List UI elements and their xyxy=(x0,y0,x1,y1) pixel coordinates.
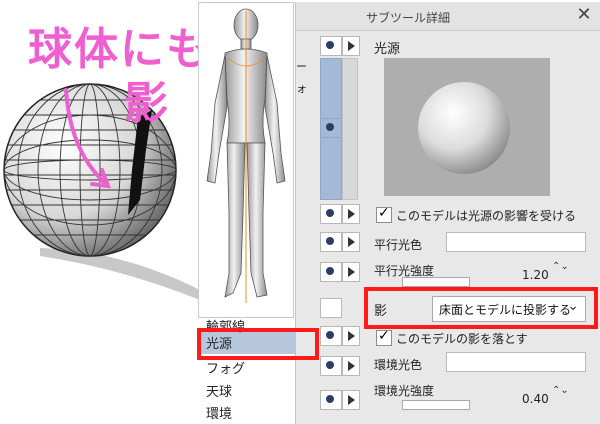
truncated-label-1: ー xyxy=(296,60,307,73)
model-preview xyxy=(198,2,294,318)
expand-arrow-icon[interactable] xyxy=(342,356,360,376)
light-influence-label: このモデルは光源の影響を受ける xyxy=(396,209,577,223)
category-item-fog[interactable]: フォグ xyxy=(206,358,245,377)
expand-arrow-icon[interactable] xyxy=(342,262,360,282)
annotation-line-1: 球体にも xyxy=(28,24,212,75)
cast-shadow-label: このモデルの影を落とす xyxy=(396,332,528,346)
close-button[interactable]: ✕ xyxy=(574,5,594,25)
light-influence-checkbox[interactable] xyxy=(376,205,392,223)
ambient-intensity-label: 環境光強度 xyxy=(374,384,435,398)
section-title-light-source: 光源 xyxy=(374,42,401,57)
ambient-color-label: 環境光色 xyxy=(374,358,423,372)
ambient-intensity-value: 0.40 xyxy=(522,392,549,406)
expand-arrow-icon[interactable] xyxy=(342,326,360,346)
visibility-eye-icon[interactable] xyxy=(320,232,342,252)
category-item-environment[interactable]: 環境 xyxy=(206,403,232,422)
ambient-color-swatch[interactable] xyxy=(446,352,586,372)
directional-intensity-slider[interactable] xyxy=(402,277,470,287)
visibility-eye-icon[interactable] xyxy=(320,356,342,376)
panel-titlebar: サブツール詳細 ✕ xyxy=(296,2,600,31)
directional-intensity-spinner[interactable]: ⌃⌄ xyxy=(552,262,569,272)
panel-title: サブツール詳細 xyxy=(366,11,451,25)
shaded-sphere-preview xyxy=(418,82,510,174)
visibility-eye-icon[interactable] xyxy=(320,118,342,138)
mannequin-figure xyxy=(206,8,286,303)
visibility-eye-icon[interactable] xyxy=(320,326,342,346)
visibility-eye-icon[interactable] xyxy=(320,204,342,224)
highlight-light-source-item xyxy=(197,328,319,360)
visibility-eye-icon[interactable] xyxy=(320,36,342,56)
ambient-intensity-slider[interactable] xyxy=(402,400,470,410)
cast-shadow-checkbox[interactable] xyxy=(376,328,392,346)
blank-toggle[interactable] xyxy=(320,298,342,318)
annotation-line-2: 影 xyxy=(124,78,168,129)
expand-arrow-icon[interactable] xyxy=(342,232,360,252)
directional-intensity-value: 1.20 xyxy=(522,268,549,282)
expand-arrow-icon[interactable] xyxy=(342,390,360,410)
visibility-eye-icon[interactable] xyxy=(320,262,342,282)
directional-color-label: 平行光色 xyxy=(374,238,423,252)
expand-arrow-icon[interactable] xyxy=(342,36,360,56)
floor-shadow xyxy=(40,248,200,300)
directional-color-swatch[interactable] xyxy=(446,232,586,252)
category-item-sky[interactable]: 天球 xyxy=(206,381,232,400)
ambient-intensity-spinner[interactable]: ⌃⌄ xyxy=(552,386,569,396)
visibility-eye-icon[interactable] xyxy=(320,390,342,410)
light-preview xyxy=(384,58,550,196)
expand-arrow-icon[interactable] xyxy=(342,204,360,224)
truncated-label-2: ォ xyxy=(296,82,307,95)
layer-bar-detail xyxy=(342,58,358,200)
highlight-shadow-setting xyxy=(364,287,598,329)
